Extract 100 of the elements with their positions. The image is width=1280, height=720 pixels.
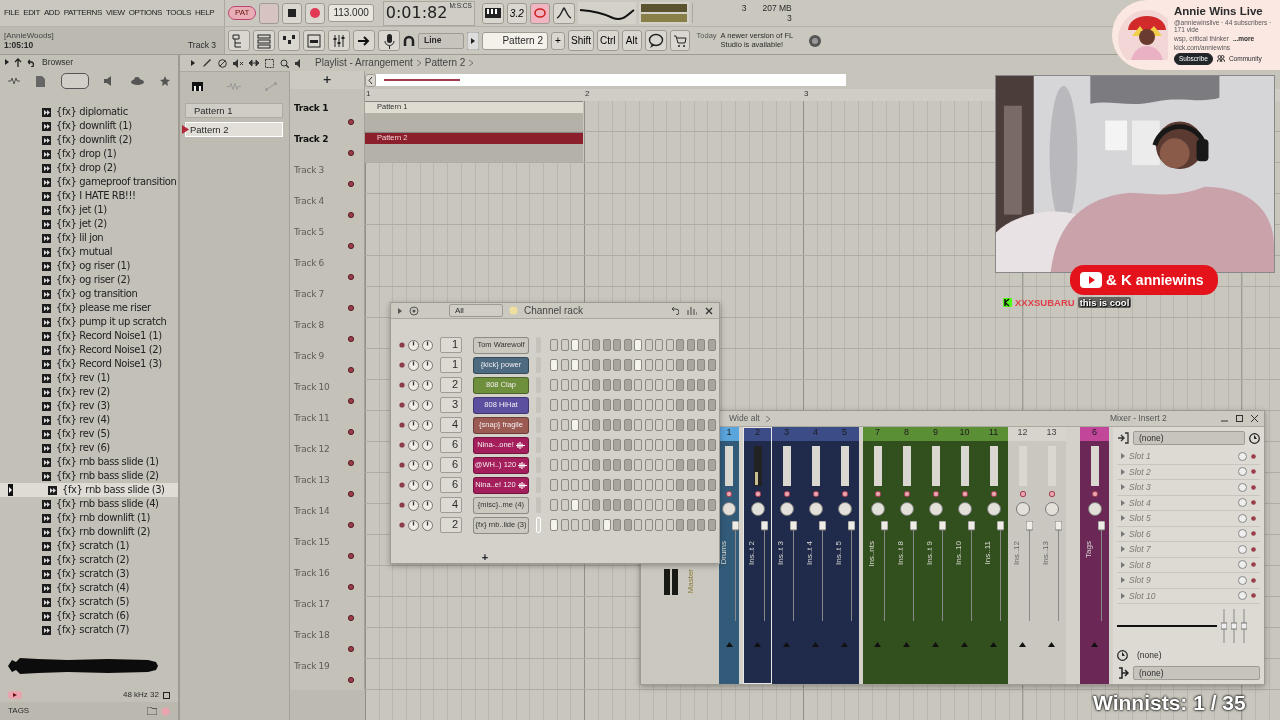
step-button[interactable] [571, 479, 579, 491]
close-icon[interactable] [705, 306, 713, 315]
step-button[interactable] [613, 439, 621, 451]
menu-item[interactable]: OPTIONS [128, 8, 162, 18]
step-button[interactable] [665, 439, 674, 451]
record-arm-icon[interactable] [812, 491, 819, 497]
step-button[interactable] [634, 479, 642, 491]
window-icon[interactable] [163, 691, 170, 699]
step-button[interactable] [592, 359, 600, 371]
graph-icon[interactable] [687, 306, 697, 315]
step-button[interactable] [592, 499, 600, 511]
step-button[interactable] [655, 479, 663, 491]
countdown-button[interactable]: 3.2 [506, 2, 527, 24]
pattern-item[interactable]: Pattern 2 [185, 122, 283, 137]
step-button[interactable] [571, 379, 579, 391]
browser-item[interactable]: {fx} scratch (6) [0, 609, 178, 623]
browser-item[interactable]: {fx} Record Noise1 (3) [0, 357, 178, 371]
step-button[interactable] [571, 359, 579, 371]
mute-button[interactable] [348, 522, 354, 528]
insert-label[interactable]: Ins..13 [1041, 541, 1051, 565]
step-button[interactable] [571, 339, 579, 351]
step-button[interactable] [644, 419, 653, 431]
note-bars-button[interactable] [278, 30, 300, 51]
step-button[interactable] [686, 339, 695, 351]
snap-select[interactable]: Line [418, 32, 464, 49]
slot-enable-dot-icon[interactable] [1251, 531, 1256, 537]
pan-knob[interactable] [422, 459, 433, 471]
step-button[interactable] [707, 419, 716, 431]
record-arm-icon[interactable] [961, 491, 968, 497]
step-button[interactable] [644, 519, 653, 531]
input-icon[interactable] [1117, 432, 1129, 444]
mute-button[interactable] [348, 677, 354, 683]
browser-item[interactable]: {fx} rev (3) [0, 399, 178, 413]
step-button[interactable] [634, 419, 642, 431]
expand-icon[interactable] [4, 58, 10, 66]
step-button[interactable] [623, 419, 632, 431]
list-button[interactable] [253, 30, 275, 51]
step-button[interactable] [581, 459, 590, 471]
step-button[interactable] [676, 479, 684, 491]
track-name[interactable]: Track 8 [294, 320, 360, 331]
slot-enable-dot-icon[interactable] [1251, 546, 1256, 552]
pan-knob[interactable] [986, 502, 1001, 516]
volume-fader[interactable] [880, 521, 888, 621]
track-name[interactable]: Track 17 [294, 599, 360, 610]
menu-item[interactable]: EDIT [23, 8, 40, 18]
volume-knob[interactable] [408, 379, 419, 391]
mixer-track-number[interactable]: 6 [440, 457, 462, 473]
track-name[interactable]: Track 11 [294, 413, 360, 424]
breadcrumb-pattern[interactable]: Pattern 2 [424, 57, 466, 69]
preset-label[interactable]: Wide alt [729, 413, 760, 424]
mixer-insert[interactable]: 4 Ins..t 4 [801, 427, 830, 684]
volume-knob[interactable] [408, 479, 419, 491]
mute-button[interactable] [348, 274, 354, 280]
step-button[interactable] [707, 359, 716, 371]
step-button[interactable] [571, 439, 579, 451]
step-button[interactable] [602, 519, 611, 531]
slot-enable-dot-icon[interactable] [1251, 453, 1256, 459]
step-button[interactable] [655, 439, 663, 451]
menu-item[interactable]: HELP [195, 8, 215, 18]
step-button[interactable] [634, 339, 642, 351]
output-icon[interactable] [1117, 667, 1129, 679]
browser-item[interactable]: {fx} scratch (5) [0, 595, 178, 609]
browser-item[interactable]: {fx} gameproof transition [0, 175, 178, 189]
step-button[interactable] [623, 479, 632, 491]
volume-fader[interactable] [789, 521, 797, 621]
browser-item[interactable]: {fx} rev (1) [0, 371, 178, 385]
pan-knob[interactable] [422, 499, 433, 511]
record-arm-icon[interactable] [903, 491, 910, 497]
step-button[interactable] [644, 359, 653, 371]
modifier-key-button[interactable]: Ctrl [597, 30, 619, 51]
step-button[interactable] [560, 439, 569, 451]
volume-fader[interactable] [909, 521, 917, 621]
mixer-insert[interactable]: 12 Ins..12 [1008, 427, 1037, 684]
browser-item[interactable]: {fx} scratch (1) [0, 539, 178, 553]
step-button[interactable] [560, 479, 569, 491]
insert-label[interactable]: Ins..11 [983, 541, 993, 565]
browser-item[interactable]: {fx} rev (4) [0, 413, 178, 427]
record-arm-icon[interactable] [754, 491, 761, 497]
step-button[interactable] [697, 419, 705, 431]
browser-item[interactable]: {fx} I HATE RB!!! [0, 189, 178, 203]
pan-knob[interactable] [422, 519, 433, 531]
step-button[interactable] [707, 459, 716, 471]
step-button[interactable] [602, 439, 611, 451]
step-button[interactable] [634, 439, 642, 451]
record-arm-icon[interactable] [1048, 491, 1055, 497]
mixer-track-number[interactable]: 1 [440, 337, 462, 353]
play-small-icon[interactable] [467, 31, 479, 50]
step-button[interactable] [634, 399, 642, 411]
browser-item[interactable]: {fx} jet (2) [0, 217, 178, 231]
mixer-insert[interactable]: 3 Ins..t 3 [772, 427, 801, 684]
record-arm-icon[interactable] [932, 491, 939, 497]
step-button[interactable] [571, 499, 579, 511]
pan-knob[interactable] [422, 479, 433, 491]
track-name[interactable]: Track 4 [294, 196, 360, 207]
mixer-track-number[interactable]: 2 [440, 377, 462, 393]
cloud-icon[interactable] [131, 77, 145, 85]
browser-item[interactable]: {fx} scratch (2) [0, 553, 178, 567]
mute-button[interactable] [348, 615, 354, 621]
browser-item[interactable]: {fx} mutual [0, 245, 178, 259]
mute-button[interactable] [348, 553, 354, 559]
